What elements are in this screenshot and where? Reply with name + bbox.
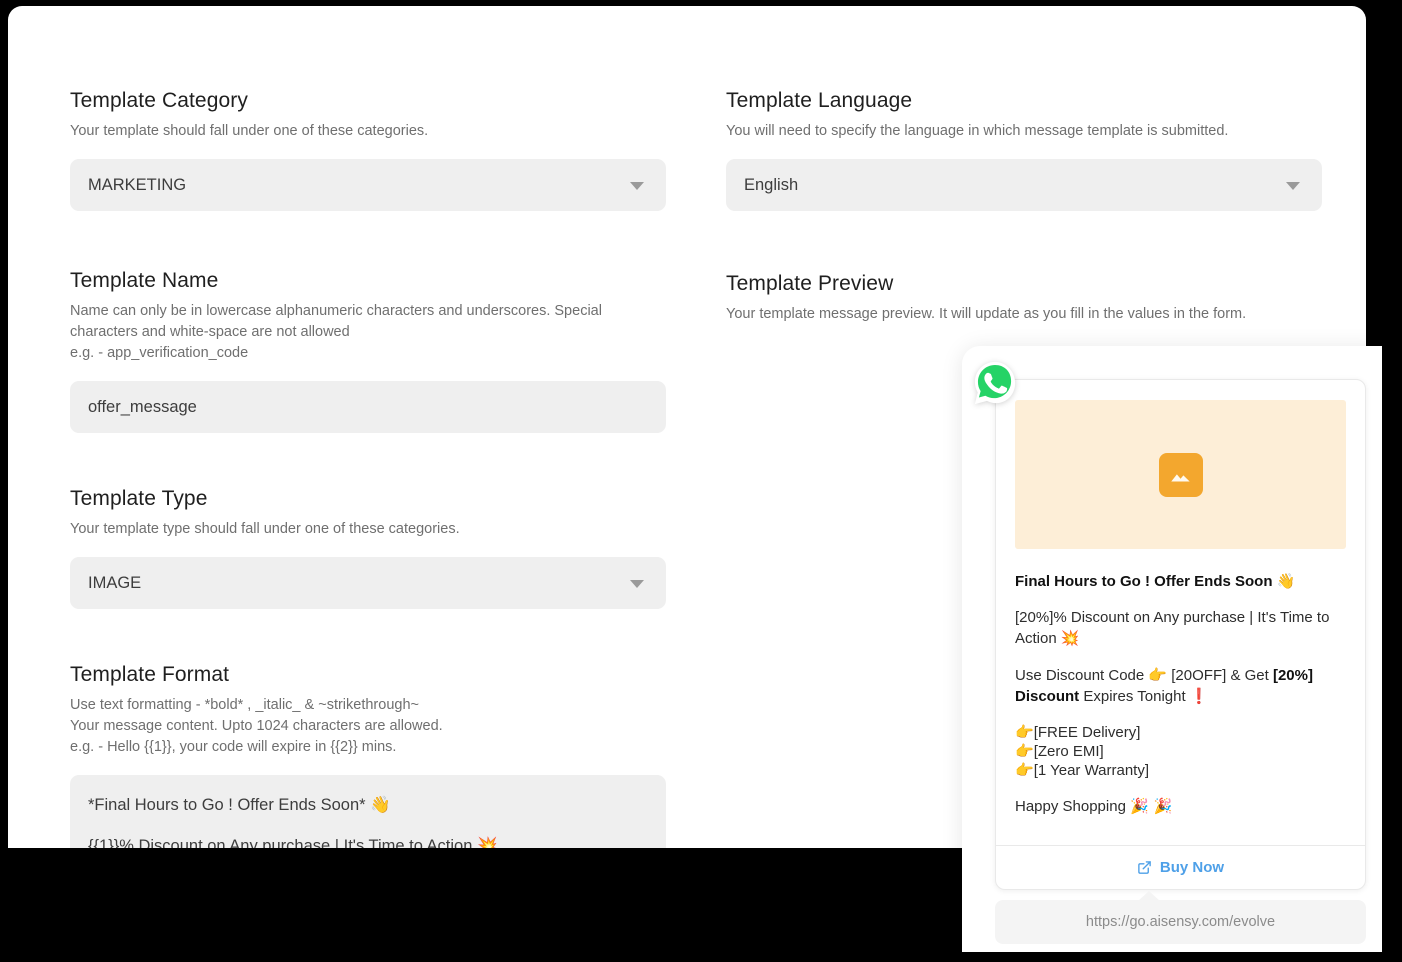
pointing-right-icon: 👉 — [1148, 666, 1168, 684]
field-template-preview: Template Preview Your template message p… — [726, 271, 1322, 325]
chevron-down-icon — [1286, 182, 1300, 190]
template-format-blank-line — [88, 817, 648, 834]
template-type-value: IMAGE — [88, 574, 142, 592]
message-title: Final Hours to Go ! Offer Ends Soon 👋 — [1015, 571, 1346, 592]
template-language-value: English — [744, 176, 799, 194]
pointing-right-icon: 👉 — [1015, 761, 1034, 779]
template-language-description: You will need to specify the language in… — [726, 123, 1229, 139]
template-format-description: Use text formatting - *bold* , _italic_ … — [70, 697, 443, 755]
field-template-format: Template Format Use text formatting - *b… — [70, 662, 666, 848]
template-preview-description: Your template message preview. It will u… — [726, 306, 1247, 322]
discount-code-prefix: Use Discount Code — [1015, 667, 1145, 684]
template-type-description: Your template type should fall under one… — [70, 521, 460, 537]
image-placeholder-icon — [1158, 452, 1203, 497]
whatsapp-preview-panel: Final Hours to Go ! Offer Ends Soon 👋 [2… — [962, 346, 1382, 952]
template-name-value: offer_message — [88, 398, 197, 416]
message-paragraph-2: Use Discount Code 👉 [20OFF] & Get [20%] … — [1015, 665, 1346, 707]
list-item: 👉[FREE Delivery] — [1015, 723, 1346, 742]
list-item: 👉[1 Year Warranty] — [1015, 761, 1346, 780]
message-image-placeholder — [1015, 400, 1346, 549]
whatsapp-message-card: Final Hours to Go ! Offer Ends Soon 👋 [2… — [995, 379, 1366, 890]
template-category-value: MARKETING — [88, 176, 187, 194]
discount-code-mid: [20OFF] & Get — [1171, 667, 1269, 684]
discount-expiry-text: Expires Tonight — [1083, 688, 1186, 705]
message-paragraph-1: [20%]% Discount on Any purchase | It's T… — [1015, 608, 1346, 649]
template-name-input[interactable]: offer_message — [70, 381, 666, 433]
message-title-text: Final Hours to Go ! Offer Ends Soon — [1015, 573, 1273, 590]
benefit-text: [Zero EMI] — [1033, 743, 1104, 760]
template-type-select[interactable]: IMAGE — [70, 557, 666, 609]
message-benefits-list: 👉[FREE Delivery] 👉[Zero EMI] 👉[1 Year Wa… — [1015, 723, 1346, 780]
preview-url-text: https://go.aisensy.com/evolve — [1085, 914, 1276, 930]
buy-now-button[interactable]: Buy Now — [996, 846, 1365, 889]
template-category-select[interactable]: MARKETING — [70, 159, 666, 211]
whatsapp-icon — [974, 361, 1016, 405]
template-format-line-1: *Final Hours to Go ! Offer Ends Soon* 👋 — [88, 796, 391, 814]
message-closing-text: Happy Shopping — [1015, 798, 1126, 815]
exclamation-icon: ❗ — [1189, 687, 1209, 705]
waving-hand-icon: 👋 — [1276, 572, 1296, 590]
field-template-name: Template Name Name can only be in lowerc… — [70, 268, 666, 433]
template-name-title: Template Name — [70, 269, 219, 292]
chevron-down-icon — [630, 580, 644, 588]
field-template-type: Template Type Your template type should … — [70, 486, 666, 609]
preview-url-pill[interactable]: https://go.aisensy.com/evolve — [995, 900, 1366, 944]
benefit-text: [1 Year Warranty] — [1033, 762, 1150, 779]
buy-now-label: Buy Now — [1159, 859, 1225, 876]
screen-root: Template Category Your template should f… — [0, 0, 1402, 962]
template-preview-title: Template Preview — [726, 272, 894, 295]
chevron-down-icon — [630, 182, 644, 190]
pointing-right-icon: 👉 — [1015, 742, 1034, 760]
template-name-description: Name can only be in lowercase alphanumer… — [70, 303, 602, 361]
field-template-language: Template Language You will need to speci… — [726, 88, 1322, 211]
template-format-textarea[interactable]: *Final Hours to Go ! Offer Ends Soon* 👋 … — [70, 775, 666, 848]
list-item: 👉[Zero EMI] — [1015, 742, 1346, 761]
template-type-title: Template Type — [70, 487, 208, 510]
message-closing: Happy Shopping 🎉 🎉 — [1015, 796, 1346, 817]
template-language-title: Template Language — [726, 89, 913, 112]
mountain-glyph — [1170, 473, 1190, 481]
pointing-right-icon: 👉 — [1015, 723, 1034, 741]
template-format-line-2: {{1}}% Discount on Any purchase | It's T… — [88, 837, 498, 848]
field-template-category: Template Category Your template should f… — [70, 88, 666, 211]
external-link-icon — [1138, 861, 1151, 874]
message-body: Final Hours to Go ! Offer Ends Soon 👋 [2… — [996, 549, 1365, 831]
party-popper-icon: 🎉 🎉 — [1130, 797, 1173, 815]
benefit-text: [FREE Delivery] — [1033, 724, 1141, 741]
collision-icon: 💥 — [1060, 629, 1080, 647]
template-category-description: Your template should fall under one of t… — [70, 123, 429, 139]
template-category-title: Template Category — [70, 89, 248, 112]
template-language-select[interactable]: English — [726, 159, 1322, 211]
template-format-title: Template Format — [70, 663, 230, 686]
